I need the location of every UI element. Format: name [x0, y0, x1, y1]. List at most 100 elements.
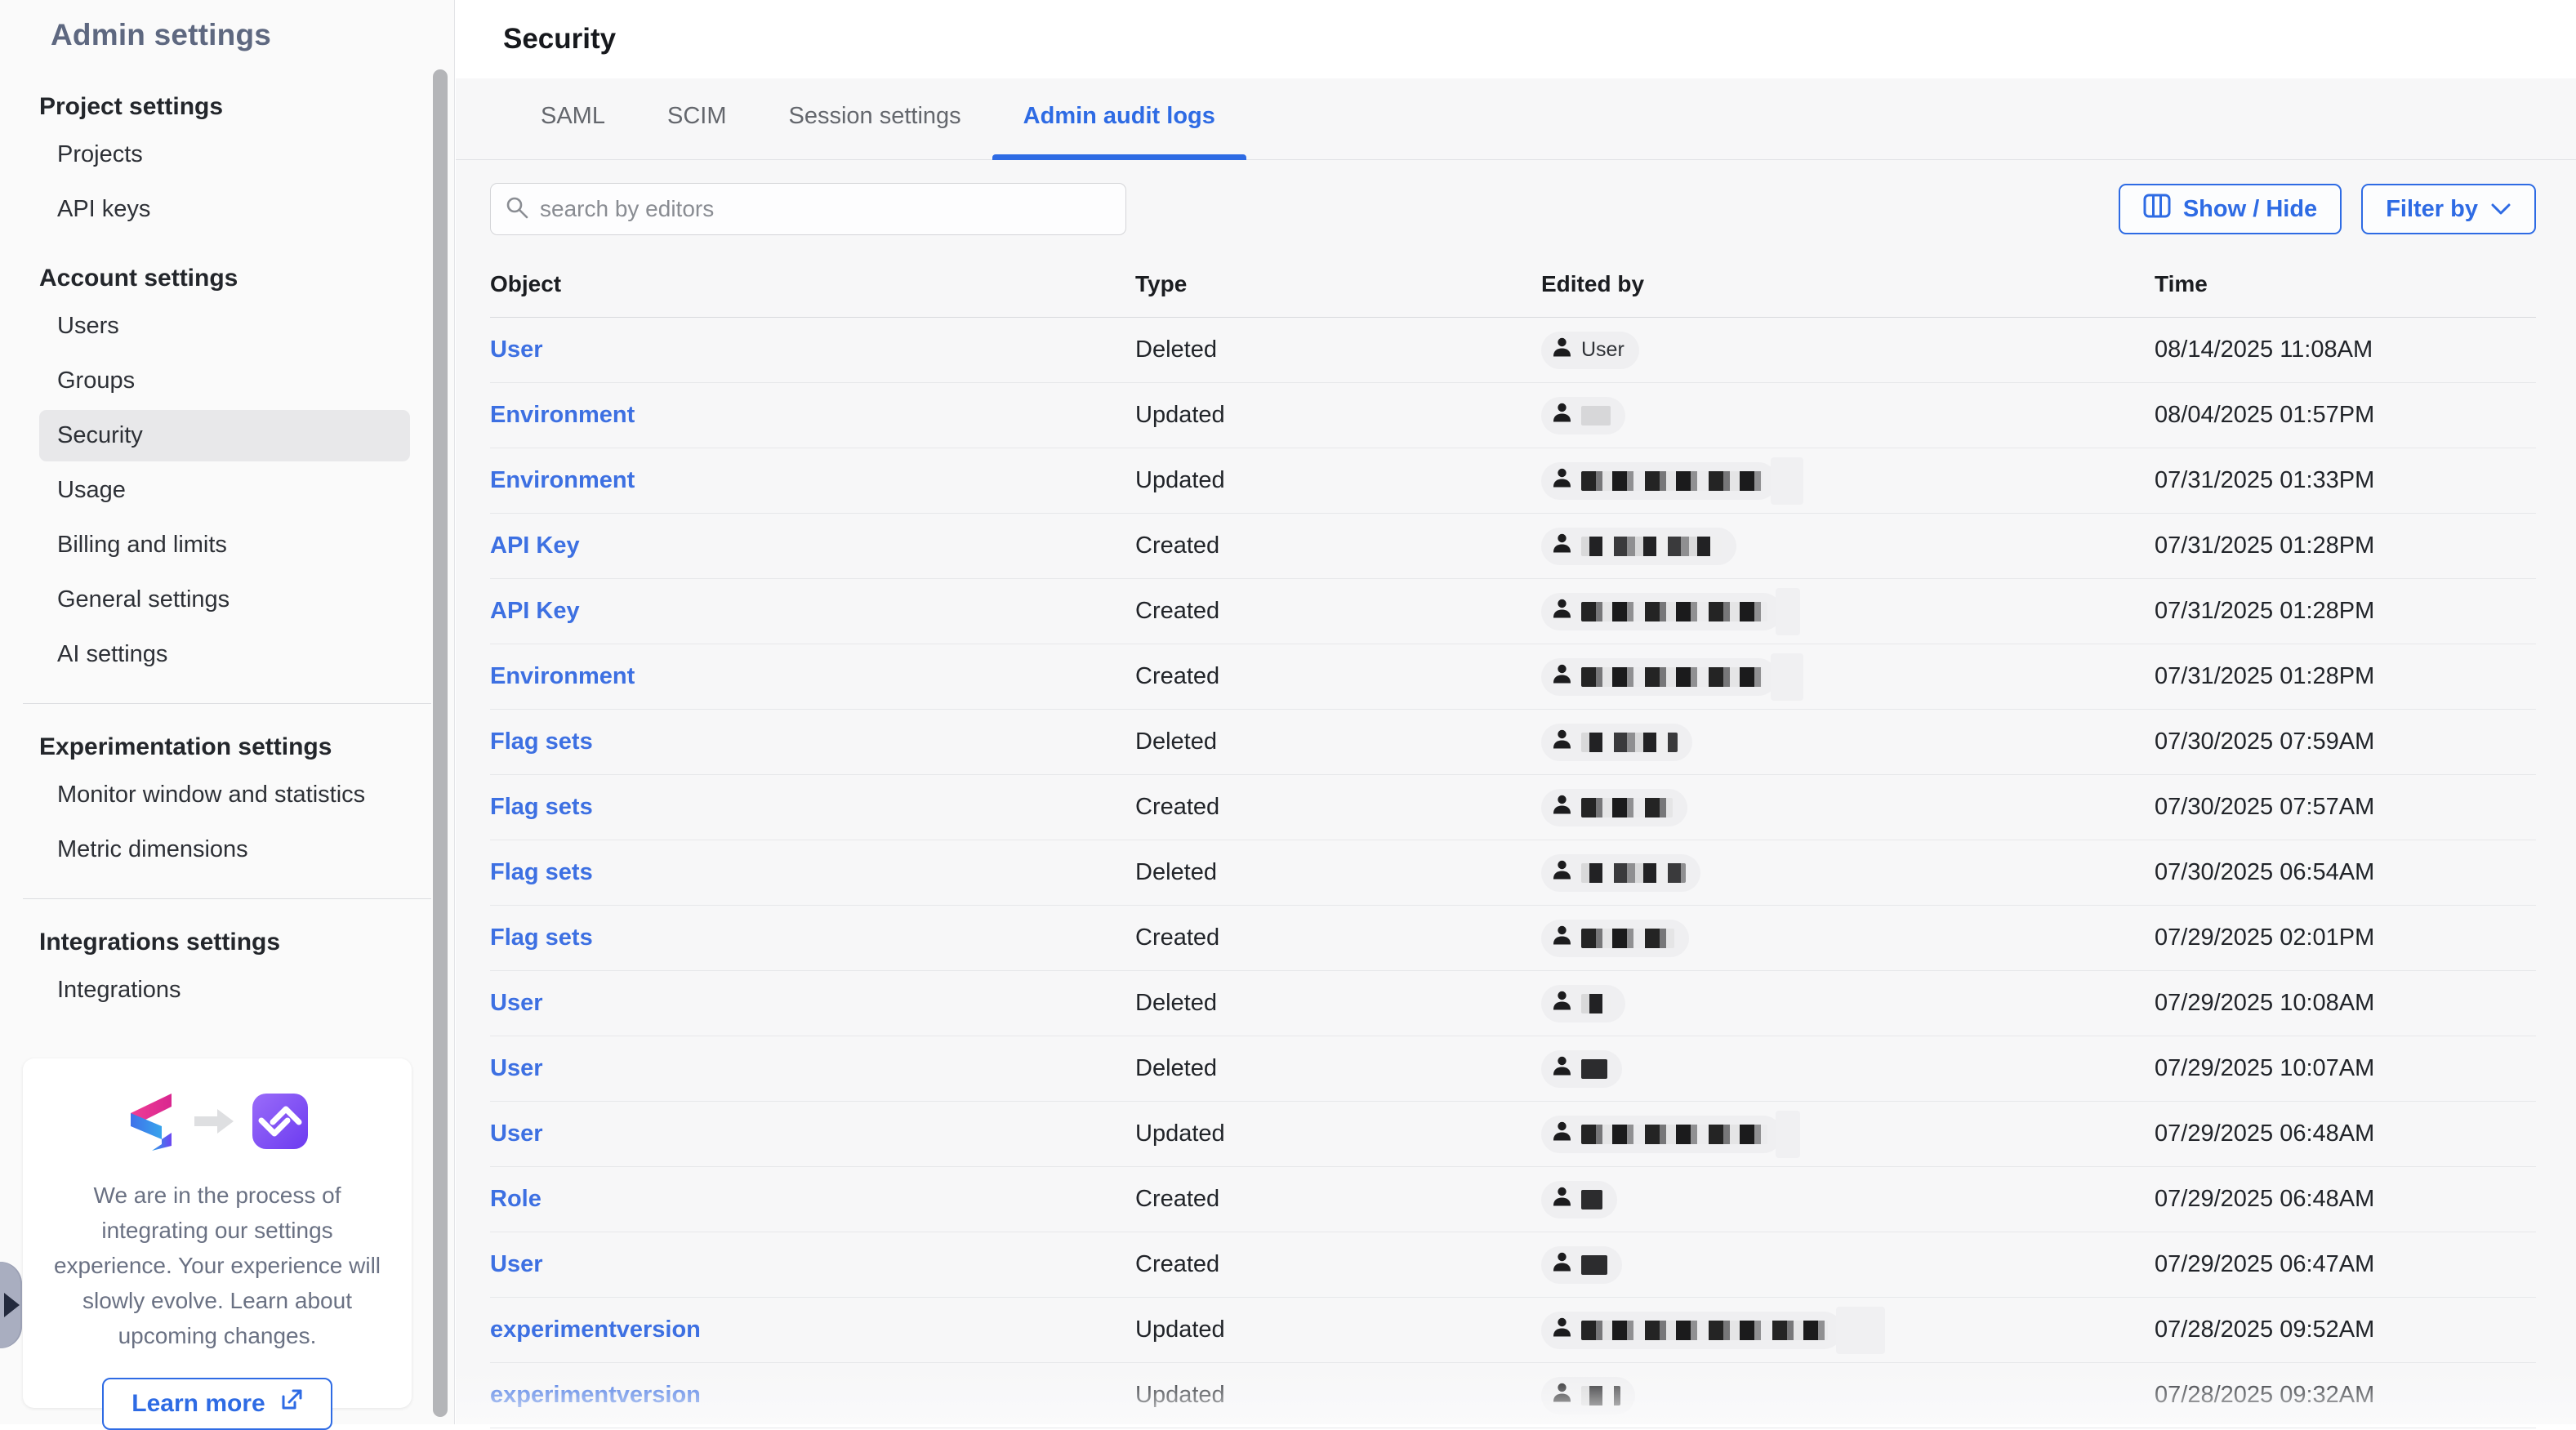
redacted-editor-name [1581, 863, 1686, 883]
filter-by-label: Filter by [2386, 196, 2478, 223]
redacted-editor-name [1581, 1255, 1607, 1275]
type-cell: Created [1135, 663, 1541, 690]
object-link-experimentversion[interactable]: experimentversion [490, 1382, 1135, 1409]
sidebar-collapse-handle[interactable] [0, 1262, 22, 1348]
redacted-editor-name [1581, 1190, 1602, 1209]
chevron-down-icon [2490, 196, 2511, 223]
editor-pill [1541, 1312, 1843, 1349]
object-link-flag-sets[interactable]: Flag sets [490, 728, 1135, 755]
object-link-user[interactable]: User [490, 990, 1135, 1017]
object-link-user[interactable]: User [490, 336, 1135, 363]
time-cell: 07/31/2025 01:28PM [2155, 663, 2536, 690]
editor-pill [1541, 920, 1689, 957]
object-link-flag-sets[interactable]: Flag sets [490, 794, 1135, 821]
filter-by-button[interactable]: Filter by [2361, 184, 2536, 234]
promo-text: We are in the process of integrating our… [47, 1178, 387, 1353]
object-link-role[interactable]: Role [490, 1186, 1135, 1213]
time-cell: 07/31/2025 01:28PM [2155, 598, 2536, 625]
sidebar-item-groups[interactable]: Groups [39, 355, 410, 407]
table-row: Flag setsDeleted 07/30/2025 06:54AM [490, 840, 2536, 906]
type-cell: Deleted [1135, 1055, 1541, 1082]
sidebar-section: Project settingsProjectsAPI keys [0, 93, 454, 235]
sidebar-item-metric-dimensions[interactable]: Metric dimensions [39, 824, 410, 875]
edited-by-cell [1541, 1246, 2155, 1284]
show-hide-button[interactable]: Show / Hide [2119, 184, 2342, 234]
object-link-environment[interactable]: Environment [490, 467, 1135, 494]
sidebar-item-projects[interactable]: Projects [39, 129, 410, 180]
edited-by-cell [1541, 1307, 2155, 1354]
person-icon [1551, 597, 1573, 626]
object-link-api-key[interactable]: API Key [490, 532, 1135, 559]
sidebar-nav: Project settingsProjectsAPI keysAccount … [0, 78, 454, 1019]
editor-name: User [1581, 338, 1624, 362]
type-cell: Deleted [1135, 859, 1541, 886]
table-row: Flag setsCreated07/30/2025 07:57AM [490, 775, 2536, 840]
expand-arrow-icon [4, 1293, 20, 1317]
type-cell: Deleted [1135, 728, 1541, 755]
tab-scim[interactable]: SCIM [636, 103, 758, 159]
editor-pill [1541, 397, 1625, 434]
sidebar-item-ai-settings[interactable]: AI settings [39, 629, 410, 680]
sidebar-item-security[interactable]: Security [39, 410, 410, 461]
tab-admin-audit-logs[interactable]: Admin audit logs [992, 103, 1246, 159]
person-icon [1551, 924, 1573, 952]
sidebar-item-usage[interactable]: Usage [39, 465, 410, 516]
object-link-environment[interactable]: Environment [490, 663, 1135, 690]
time-cell: 07/29/2025 06:48AM [2155, 1120, 2536, 1147]
toolbar: Show / Hide Filter by [490, 183, 2536, 235]
edited-by-cell [1541, 1111, 2155, 1158]
learn-more-button[interactable]: Learn more [102, 1378, 332, 1430]
redacted-editor-name [1581, 1321, 1828, 1340]
editor-pill [1541, 658, 1777, 696]
person-icon [1551, 728, 1573, 756]
editor-pill [1541, 789, 1687, 826]
blur-halo [1836, 1307, 1885, 1354]
redacted-editor-name [1581, 667, 1763, 687]
redacted-editor-name [1581, 406, 1611, 425]
sidebar-item-integrations[interactable]: Integrations [39, 964, 410, 1016]
sidebar-scrollbar[interactable] [433, 69, 448, 1417]
time-cell: 07/30/2025 07:59AM [2155, 728, 2536, 755]
editor-pill: User [1541, 332, 1639, 369]
object-link-user[interactable]: User [490, 1251, 1135, 1278]
object-link-environment[interactable]: Environment [490, 402, 1135, 429]
object-link-experimentversion[interactable]: experimentversion [490, 1316, 1135, 1343]
sidebar-item-api-keys[interactable]: API keys [39, 184, 410, 235]
object-link-flag-sets[interactable]: Flag sets [490, 859, 1135, 886]
object-link-api-key[interactable]: API Key [490, 598, 1135, 625]
sidebar-item-monitor-window-and-statistics[interactable]: Monitor window and statistics [39, 769, 410, 821]
table-row: UserCreated07/29/2025 06:47AM [490, 1232, 2536, 1298]
page-title: Security [503, 23, 616, 56]
person-icon [1551, 532, 1573, 560]
editor-pill [1541, 1181, 1617, 1218]
promo-card: We are in the process of integrating our… [23, 1058, 412, 1408]
redacted-editor-name [1581, 994, 1611, 1013]
object-link-flag-sets[interactable]: Flag sets [490, 924, 1135, 951]
person-icon [1551, 793, 1573, 822]
sidebar-section-header-experimentation-settings: Experimentation settings [39, 733, 454, 761]
edited-by-cell [1541, 528, 2155, 565]
search-box[interactable] [490, 183, 1126, 235]
sidebar-item-general-settings[interactable]: General settings [39, 574, 410, 626]
time-cell: 07/30/2025 06:54AM [2155, 859, 2536, 886]
redacted-editor-name [1581, 733, 1678, 752]
tab-session-settings[interactable]: Session settings [757, 103, 992, 159]
person-icon [1551, 1381, 1573, 1410]
type-cell: Created [1135, 532, 1541, 559]
type-cell: Updated [1135, 1120, 1541, 1147]
sidebar-item-users[interactable]: Users [39, 301, 410, 352]
redacted-editor-name [1581, 471, 1763, 491]
time-cell: 07/28/2025 09:32AM [2155, 1382, 2536, 1409]
editor-pill [1541, 1246, 1622, 1284]
object-link-user[interactable]: User [490, 1120, 1135, 1147]
blur-halo [1776, 1111, 1800, 1158]
object-link-user[interactable]: User [490, 1055, 1135, 1082]
person-icon [1551, 1316, 1573, 1344]
search-input[interactable] [540, 196, 1112, 222]
sidebar-item-billing-and-limits[interactable]: Billing and limits [39, 519, 410, 571]
table-row: API KeyCreated07/31/2025 01:28PM [490, 514, 2536, 579]
tab-bar: SAMLSCIMSession settingsAdmin audit logs [456, 78, 2576, 160]
tab-saml[interactable]: SAML [510, 103, 636, 159]
column-header-object: Object [490, 271, 1135, 297]
editor-pill [1541, 1050, 1622, 1088]
